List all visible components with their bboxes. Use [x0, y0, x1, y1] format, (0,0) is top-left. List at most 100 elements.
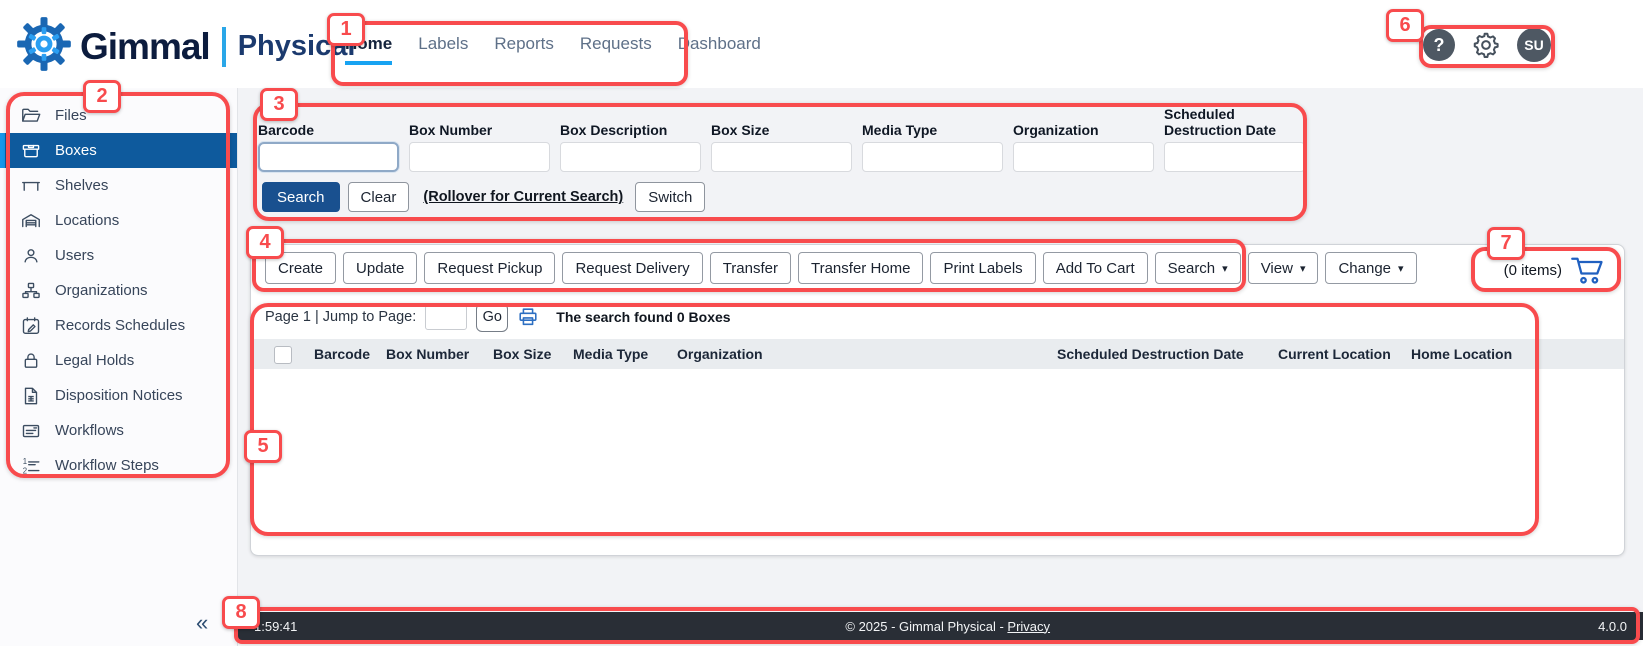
search-result-summary: The search found 0 Boxes: [556, 309, 730, 325]
switch-button[interactable]: Switch: [635, 182, 705, 212]
print-labels-button[interactable]: Print Labels: [930, 252, 1035, 284]
annotation-label-8: 8: [222, 596, 260, 629]
media-type-input[interactable]: [862, 142, 1003, 172]
user-icon: [20, 245, 42, 267]
field-label-box-size: Box Size: [711, 104, 852, 142]
sidebar-item-workflow-steps[interactable]: 1 2 Workflow Steps: [0, 448, 237, 483]
scheduled-destruction-date-input[interactable]: [1164, 142, 1305, 172]
sidebar-item-label: Users: [55, 247, 94, 264]
nav-tab-dashboard[interactable]: Dashboard: [678, 34, 761, 54]
help-icon[interactable]: ?: [1423, 29, 1455, 61]
field-label-box-number: Box Number: [409, 104, 550, 142]
sidebar-item-legal-holds[interactable]: Legal Holds: [0, 343, 237, 378]
sidebar-item-label: Locations: [55, 212, 119, 229]
sidebar-item-boxes[interactable]: Boxes: [0, 133, 237, 168]
sidebar-item-label: Records Schedules: [55, 317, 185, 334]
sidebar-item-label: Disposition Notices: [55, 387, 183, 404]
update-button[interactable]: Update: [343, 252, 417, 284]
view-dropdown-button[interactable]: View ▾: [1248, 252, 1319, 284]
request-pickup-button[interactable]: Request Pickup: [424, 252, 555, 284]
transfer-button[interactable]: Transfer: [710, 252, 791, 284]
gimmal-gear-logo-icon: [16, 16, 72, 77]
annotation-label-2: 2: [83, 80, 121, 113]
version-number: 4.0.0: [1598, 619, 1627, 634]
user-avatar[interactable]: SU: [1517, 28, 1551, 62]
column-header-organization[interactable]: Organization: [677, 339, 763, 369]
search-dropdown-label: Search: [1168, 260, 1216, 277]
chevron-down-icon: ▾: [1300, 262, 1306, 275]
barcode-input[interactable]: [258, 142, 399, 172]
printer-icon[interactable]: [517, 306, 539, 328]
change-dropdown-label: Change: [1338, 260, 1391, 277]
box-number-input[interactable]: [409, 142, 550, 172]
clear-button[interactable]: Clear: [348, 182, 410, 212]
cart-count: (0 items): [1504, 262, 1562, 279]
column-header-home-location[interactable]: Home Location: [1411, 339, 1512, 369]
request-delivery-button[interactable]: Request Delivery: [562, 252, 702, 284]
add-to-cart-button[interactable]: Add To Cart: [1043, 252, 1148, 284]
box-size-input[interactable]: [711, 142, 852, 172]
box-description-input[interactable]: [560, 142, 701, 172]
search-dropdown-button[interactable]: Search ▾: [1155, 252, 1241, 284]
gimmal-physical-app: Gimmal Physical Home Labels Reports Requ…: [0, 0, 1643, 646]
box-icon: [20, 140, 42, 162]
sidebar-item-label: Shelves: [55, 177, 108, 194]
brand-logo: Gimmal Physical: [16, 16, 355, 77]
copyright-text: © 2025 - Gimmal Physical - Privacy: [297, 619, 1598, 634]
settings-gear-icon[interactable]: [1471, 30, 1501, 60]
annotation-label-4: 4: [246, 226, 284, 259]
sidebar-item-label: Workflow Steps: [55, 457, 159, 474]
chevron-down-icon: ▾: [1222, 262, 1228, 275]
org-chart-icon: [20, 280, 42, 302]
rollover-current-search-link[interactable]: (Rollover for Current Search): [423, 189, 623, 205]
annotation-label-6: 6: [1386, 9, 1424, 42]
calendar-pencil-icon: [20, 315, 42, 337]
paging-row: Page 1 | Jump to Page: Go The search fou…: [265, 302, 731, 332]
sidebar-item-workflows[interactable]: Workflows: [0, 413, 237, 448]
document-icon: [20, 385, 42, 407]
nav-tab-reports[interactable]: Reports: [494, 34, 554, 54]
column-header-box-size[interactable]: Box Size: [493, 339, 551, 369]
column-header-media-type[interactable]: Media Type: [573, 339, 648, 369]
nav-tab-requests[interactable]: Requests: [580, 34, 652, 54]
column-header-box-number[interactable]: Box Number: [386, 339, 469, 369]
nav-tab-labels[interactable]: Labels: [418, 34, 468, 54]
transfer-home-button[interactable]: Transfer Home: [798, 252, 923, 284]
jump-to-page-input[interactable]: [425, 305, 467, 330]
svg-text:2: 2: [23, 466, 27, 475]
sidebar-item-label: Files: [55, 107, 87, 124]
field-label-box-description: Box Description: [560, 104, 701, 142]
sidebar-item-records-schedules[interactable]: Records Schedules: [0, 308, 237, 343]
annotation-label-1: 1: [327, 13, 365, 46]
numbered-list-icon: 1 2: [20, 455, 42, 477]
column-header-scheduled-destruction-date[interactable]: Scheduled Destruction Date: [1057, 339, 1244, 369]
box-search-form: Barcode Box Number Box Description Box S…: [258, 104, 1305, 172]
change-dropdown-button[interactable]: Change ▾: [1325, 252, 1416, 284]
sidebar-item-organizations[interactable]: Organizations: [0, 273, 237, 308]
brand-separator: [222, 27, 226, 67]
folder-icon: [20, 105, 42, 127]
sidebar-collapse-chevron-icon[interactable]: «: [196, 610, 208, 636]
sidebar-item-disposition-notices[interactable]: Disposition Notices: [0, 378, 237, 413]
svg-text:1: 1: [23, 457, 27, 466]
top-right-icons: ? SU: [1423, 28, 1551, 62]
sidebar-item-shelves[interactable]: Shelves: [0, 168, 237, 203]
field-label-media-type: Media Type: [862, 104, 1003, 142]
view-dropdown-label: View: [1261, 260, 1293, 277]
go-button[interactable]: Go: [476, 303, 508, 332]
workflow-icon: [20, 420, 42, 442]
organization-input[interactable]: [1013, 142, 1154, 172]
column-header-barcode[interactable]: Barcode: [314, 339, 370, 369]
sidebar-item-users[interactable]: Users: [0, 238, 237, 273]
search-button[interactable]: Search: [262, 182, 340, 212]
sidebar-item-locations[interactable]: Locations: [0, 203, 237, 238]
shopping-cart-icon: [1570, 255, 1606, 285]
select-all-checkbox[interactable]: [274, 346, 292, 364]
column-header-current-location[interactable]: Current Location: [1278, 339, 1391, 369]
results-card: Create Update Request Pickup Request Del…: [250, 244, 1625, 556]
page-jump-label: Page 1 | Jump to Page:: [265, 309, 416, 325]
annotation-label-3: 3: [260, 88, 298, 121]
status-bar: 1:59:41 © 2025 - Gimmal Physical - Priva…: [238, 612, 1643, 640]
privacy-link[interactable]: Privacy: [1007, 619, 1050, 634]
annotation-label-5: 5: [244, 430, 282, 463]
